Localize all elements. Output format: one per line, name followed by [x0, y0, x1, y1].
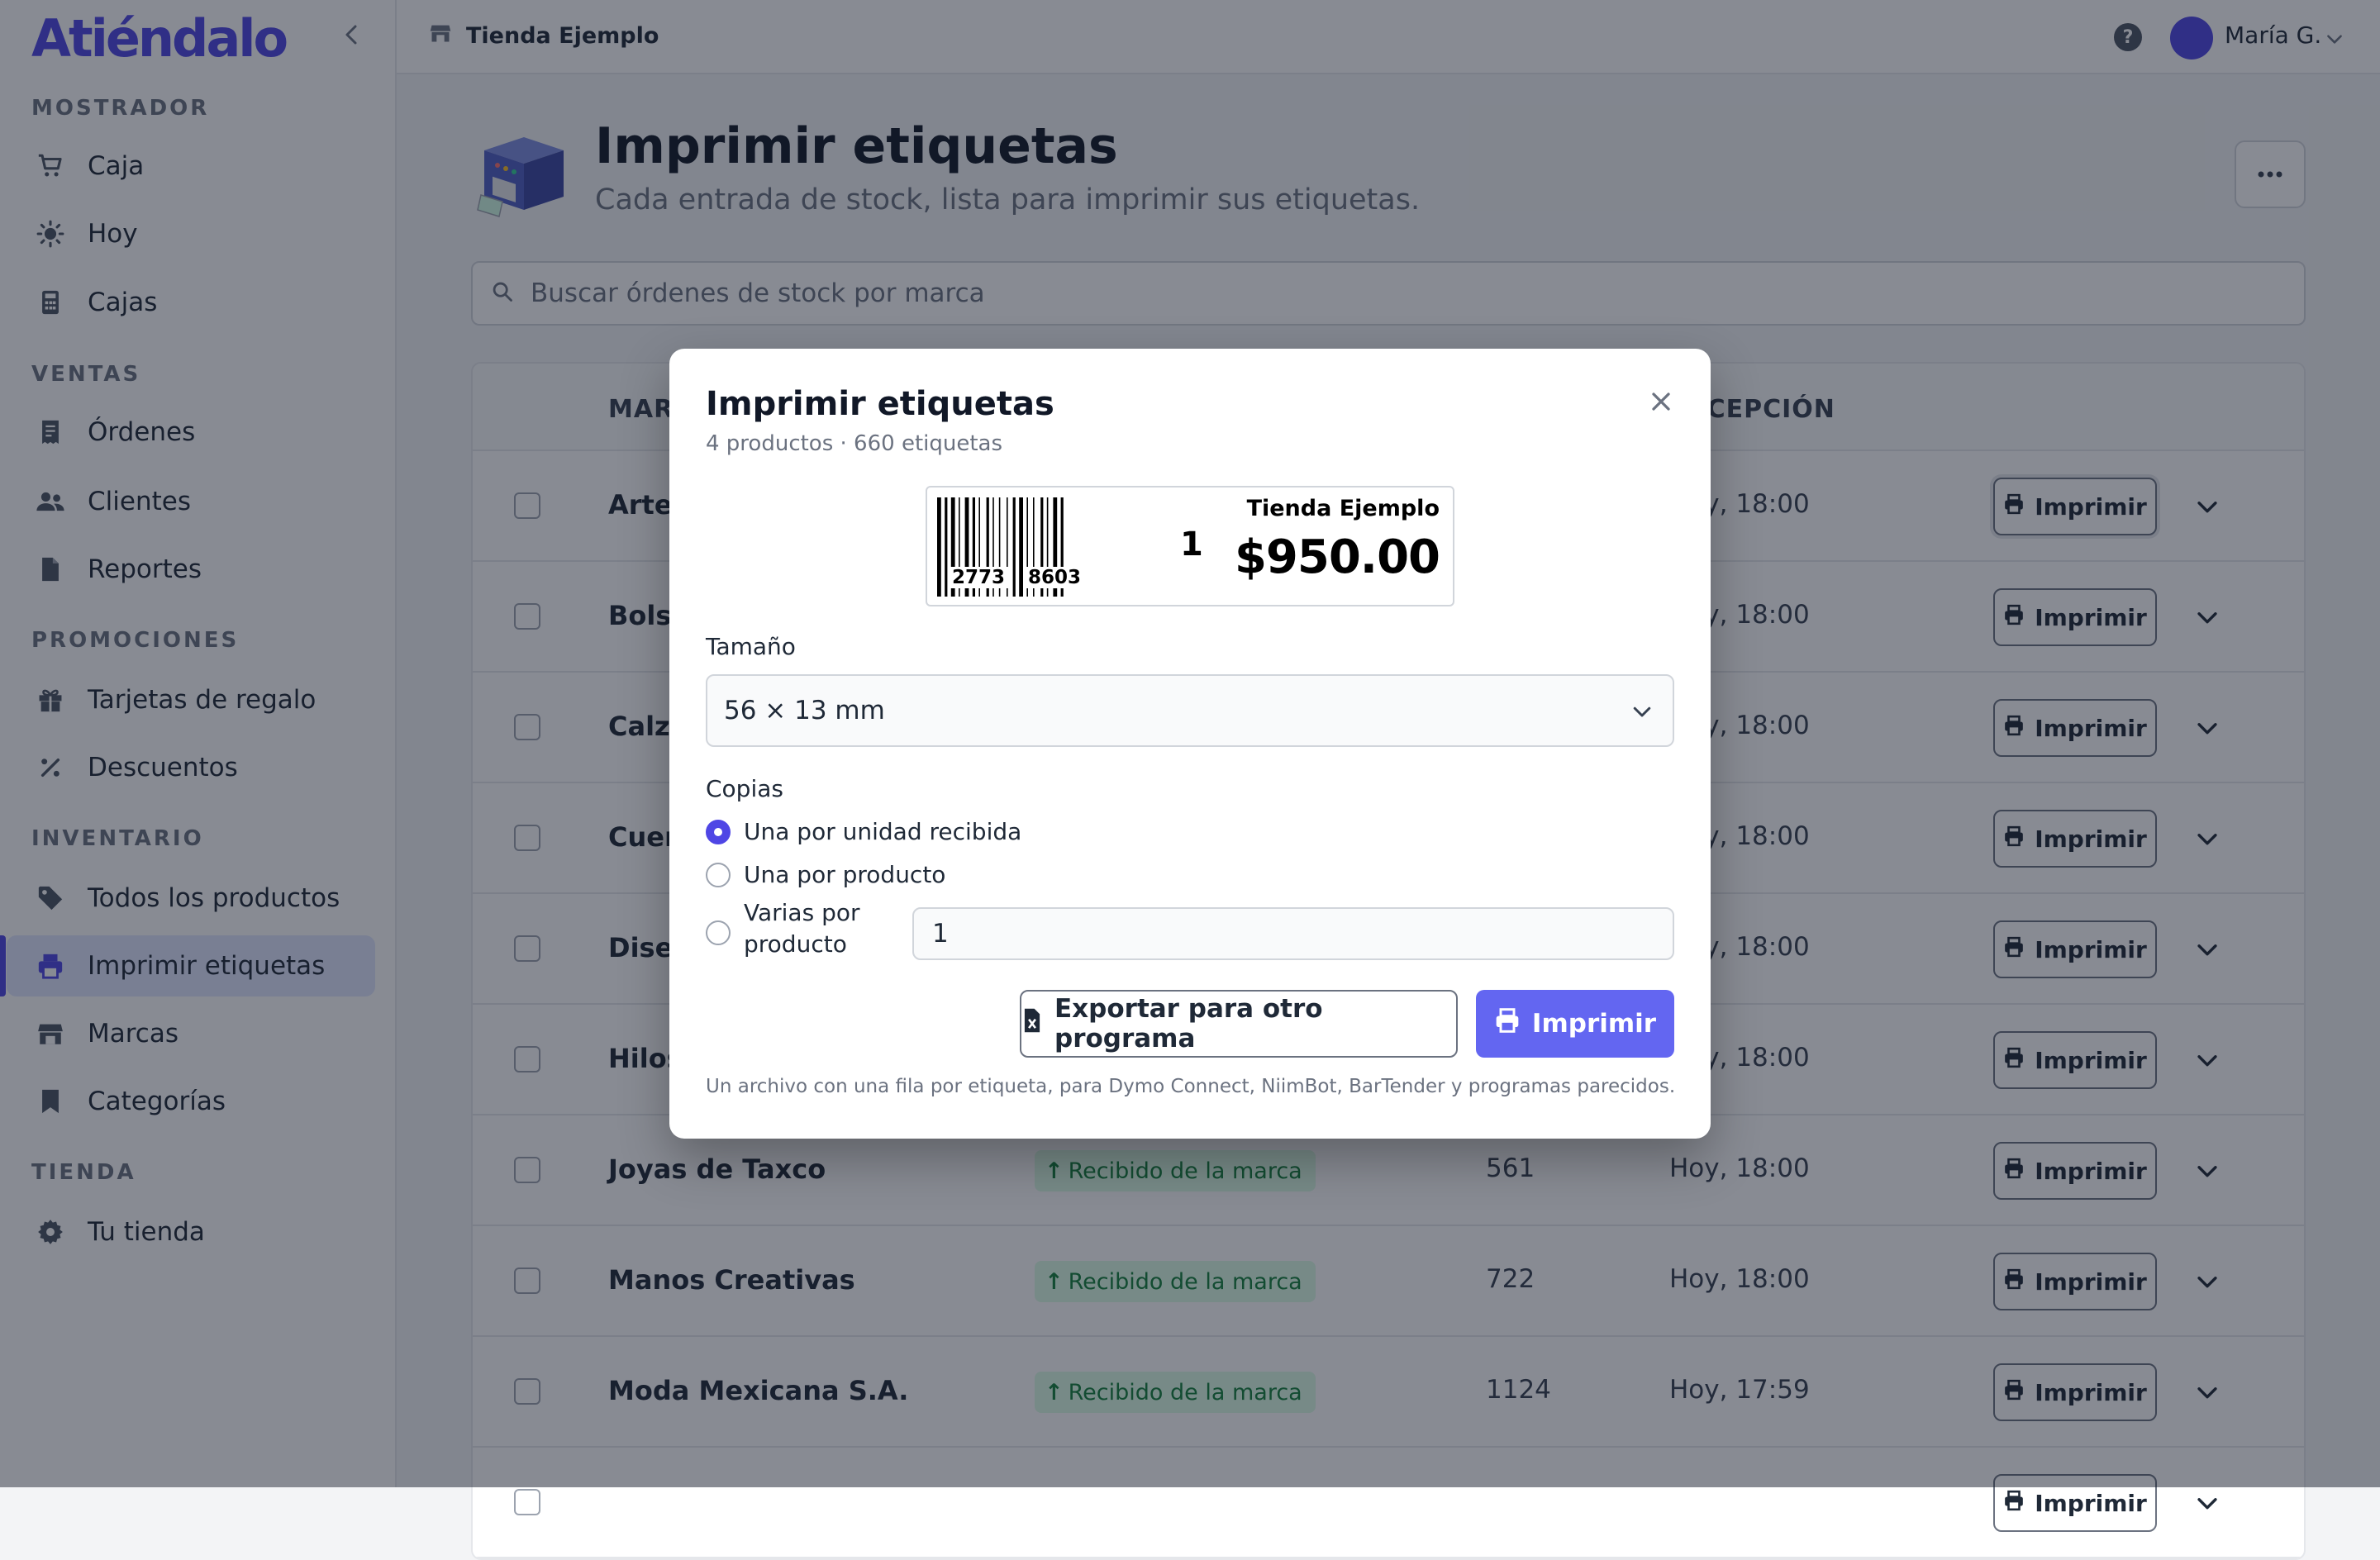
barcode-bar-11	[1012, 497, 1016, 597]
print-button-label: Imprimir	[1531, 1009, 1657, 1039]
copies-label: Copias	[706, 775, 783, 802]
export-help-text: Un archivo con una fila por etiqueta, pa…	[706, 1076, 1676, 1097]
radio-button[interactable]	[706, 863, 731, 887]
barcode-bar-0	[937, 497, 941, 597]
radio-label: Varias por producto	[744, 899, 860, 958]
barcode-number-right: 8603	[1025, 567, 1085, 588]
radio-label: Una por unidad recibida	[744, 818, 1022, 845]
barcode-number-left: 2773	[949, 567, 1009, 588]
label-quantity: 1	[1180, 526, 1203, 564]
barcode-bar-1	[945, 497, 948, 597]
excel-file-icon	[1021, 1007, 1043, 1040]
label-preview: 2773 8603 1 Tienda Ejemplo $950.00	[926, 486, 1454, 606]
radio-one-per-product[interactable]: Una por producto	[706, 861, 945, 891]
copies-input[interactable]: 1	[912, 907, 1674, 960]
size-label: Tamaño	[706, 633, 796, 660]
chevron-down-icon	[1630, 699, 1654, 730]
barcode-bar-12	[1019, 497, 1023, 597]
row-checkbox[interactable]	[514, 1489, 540, 1515]
close-icon[interactable]	[1646, 387, 1676, 416]
radio-label: Una por producto	[744, 861, 946, 888]
export-button[interactable]: Exportar para otro programa	[1020, 990, 1458, 1058]
chevron-down-icon[interactable]	[2193, 1489, 2221, 1517]
radio-one-per-unit[interactable]: Una por unidad recibida	[706, 818, 1021, 848]
dialog-title: Imprimir etiquetas	[706, 385, 1054, 423]
print-button[interactable]: Imprimir	[1476, 990, 1674, 1058]
radio-several-per-product[interactable]: Varias por producto	[706, 899, 868, 960]
radio-button[interactable]	[706, 820, 731, 844]
label-price: $950.00	[1234, 530, 1440, 584]
row-print-label: Imprimir	[2035, 1489, 2147, 1517]
dialog-subtitle: 4 productos · 660 etiquetas	[706, 431, 1003, 456]
size-select-value: 56 × 13 mm	[724, 696, 885, 725]
label-store-name: Tienda Ejemplo	[1246, 496, 1440, 521]
export-button-label: Exportar para otro programa	[1054, 994, 1323, 1053]
print-labels-dialog: Imprimir etiquetas 4 productos · 660 eti…	[669, 349, 1711, 1139]
radio-button[interactable]	[706, 920, 731, 945]
printer-icon	[1494, 1007, 1521, 1040]
printer-icon	[2003, 1490, 2025, 1517]
size-select[interactable]: 56 × 13 mm	[706, 674, 1674, 747]
